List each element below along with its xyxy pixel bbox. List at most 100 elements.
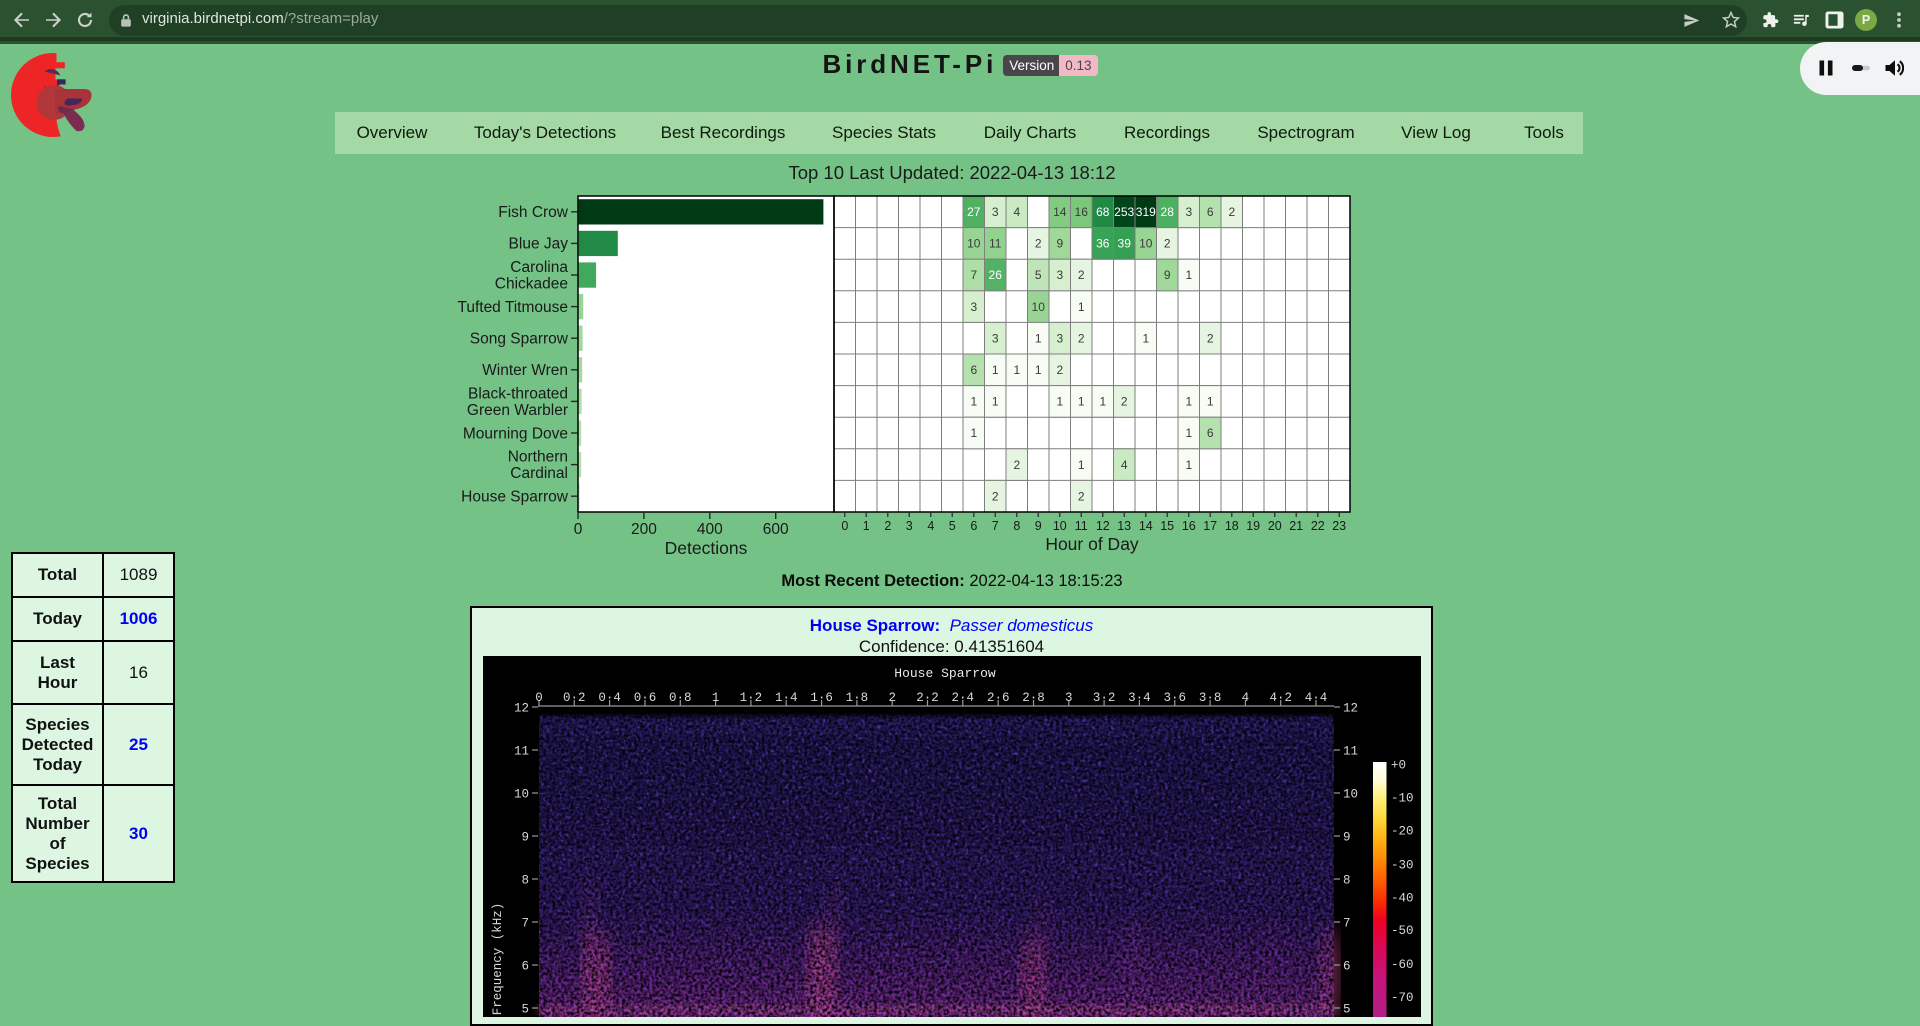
svg-text:-70: -70 (1391, 991, 1414, 1005)
svg-text:1: 1 (1185, 268, 1192, 282)
svg-text:1: 1 (1099, 395, 1106, 409)
svg-text:6: 6 (1207, 426, 1214, 440)
svg-text:11: 11 (1075, 519, 1088, 533)
svg-text:Winter Wren: Winter Wren (482, 362, 568, 379)
svg-text:+0: +0 (1391, 758, 1406, 772)
svg-text:1: 1 (970, 426, 977, 440)
svg-text:Hour of Day: Hour of Day (1045, 534, 1139, 554)
svg-text:319: 319 (1136, 205, 1156, 219)
svg-text:3·8: 3·8 (1199, 691, 1222, 705)
svg-text:0·4: 0·4 (598, 691, 621, 705)
svg-text:22: 22 (1311, 519, 1325, 533)
svg-text:9: 9 (1056, 237, 1063, 251)
svg-text:4: 4 (1013, 205, 1020, 219)
svg-text:10: 10 (1139, 237, 1153, 251)
svg-text:1: 1 (1078, 395, 1085, 409)
svg-text:3: 3 (992, 205, 999, 219)
svg-text:3: 3 (1065, 691, 1073, 705)
svg-text:6: 6 (521, 960, 529, 974)
svg-text:5: 5 (1035, 268, 1042, 282)
svg-text:7: 7 (970, 268, 977, 282)
svg-text:1: 1 (1013, 363, 1020, 377)
svg-text:28: 28 (1161, 205, 1175, 219)
svg-text:5: 5 (949, 519, 956, 533)
svg-text:12: 12 (1096, 519, 1110, 533)
svg-text:Chickadee: Chickadee (495, 276, 568, 293)
svg-text:Carolina: Carolina (510, 259, 568, 276)
svg-text:1·8: 1·8 (846, 691, 869, 705)
svg-text:1: 1 (992, 363, 999, 377)
svg-text:Frequency (kHz): Frequency (kHz) (491, 903, 505, 1016)
svg-text:39: 39 (1118, 237, 1132, 251)
svg-text:0: 0 (535, 691, 543, 705)
svg-text:7: 7 (992, 519, 999, 533)
svg-text:12: 12 (514, 702, 529, 716)
svg-text:2·8: 2·8 (1022, 691, 1045, 705)
svg-text:2·2: 2·2 (916, 691, 939, 705)
svg-text:1: 1 (1078, 300, 1085, 314)
svg-text:253: 253 (1114, 205, 1134, 219)
svg-text:1: 1 (712, 691, 720, 705)
svg-text:1·4: 1·4 (775, 691, 798, 705)
svg-text:16: 16 (1182, 519, 1196, 533)
svg-text:27: 27 (967, 205, 981, 219)
svg-text:6: 6 (1343, 960, 1351, 974)
svg-text:10: 10 (1343, 788, 1358, 802)
svg-text:8: 8 (1343, 874, 1351, 888)
svg-text:1: 1 (1185, 426, 1192, 440)
svg-text:8: 8 (1013, 519, 1020, 533)
svg-text:3: 3 (1185, 205, 1192, 219)
svg-text:20: 20 (1268, 519, 1282, 533)
svg-text:68: 68 (1096, 205, 1110, 219)
svg-text:19: 19 (1246, 519, 1260, 533)
svg-text:5: 5 (521, 1003, 529, 1017)
svg-text:Blue Jay: Blue Jay (509, 236, 569, 253)
svg-text:-30: -30 (1391, 858, 1414, 872)
svg-text:Northern: Northern (508, 449, 568, 466)
svg-text:2: 2 (1013, 458, 1020, 472)
svg-text:0·8: 0·8 (669, 691, 692, 705)
svg-text:1: 1 (1078, 458, 1085, 472)
svg-text:4·4: 4·4 (1305, 691, 1328, 705)
svg-text:15: 15 (1160, 519, 1174, 533)
svg-text:Green Warbler: Green Warbler (467, 402, 568, 419)
svg-text:-20: -20 (1391, 825, 1414, 839)
svg-text:0·2: 0·2 (563, 691, 586, 705)
svg-text:1·6: 1·6 (810, 691, 833, 705)
svg-text:26: 26 (989, 268, 1003, 282)
svg-text:13: 13 (1117, 519, 1131, 533)
svg-text:0: 0 (841, 519, 848, 533)
svg-text:12: 12 (1343, 702, 1358, 716)
svg-text:23: 23 (1332, 519, 1346, 533)
svg-text:200: 200 (631, 521, 657, 538)
svg-text:3·6: 3·6 (1164, 691, 1187, 705)
svg-text:7: 7 (521, 917, 529, 931)
svg-text:-10: -10 (1391, 792, 1414, 806)
svg-text:Fish Crow: Fish Crow (498, 204, 569, 221)
svg-text:2: 2 (1078, 331, 1085, 345)
svg-text:3·2: 3·2 (1093, 691, 1116, 705)
svg-text:8: 8 (521, 874, 529, 888)
svg-text:1: 1 (1185, 458, 1192, 472)
svg-text:0·6: 0·6 (634, 691, 657, 705)
svg-text:2: 2 (992, 489, 999, 503)
svg-text:1: 1 (970, 395, 977, 409)
svg-text:1: 1 (863, 519, 870, 533)
svg-text:2: 2 (1035, 237, 1042, 251)
svg-text:4·2: 4·2 (1269, 691, 1292, 705)
svg-text:2: 2 (1056, 363, 1063, 377)
svg-text:10: 10 (514, 788, 529, 802)
svg-text:1: 1 (1056, 395, 1063, 409)
svg-text:11: 11 (514, 745, 529, 759)
svg-text:9: 9 (1035, 519, 1042, 533)
svg-text:9: 9 (521, 831, 529, 845)
svg-text:3: 3 (970, 300, 977, 314)
svg-text:3: 3 (992, 331, 999, 345)
svg-text:11: 11 (1343, 745, 1358, 759)
svg-text:2: 2 (1121, 395, 1128, 409)
svg-text:2: 2 (1078, 268, 1085, 282)
svg-text:4: 4 (1121, 458, 1128, 472)
svg-text:House Sparrow: House Sparrow (894, 666, 996, 681)
svg-text:4: 4 (1242, 691, 1250, 705)
svg-text:-50: -50 (1391, 924, 1414, 938)
